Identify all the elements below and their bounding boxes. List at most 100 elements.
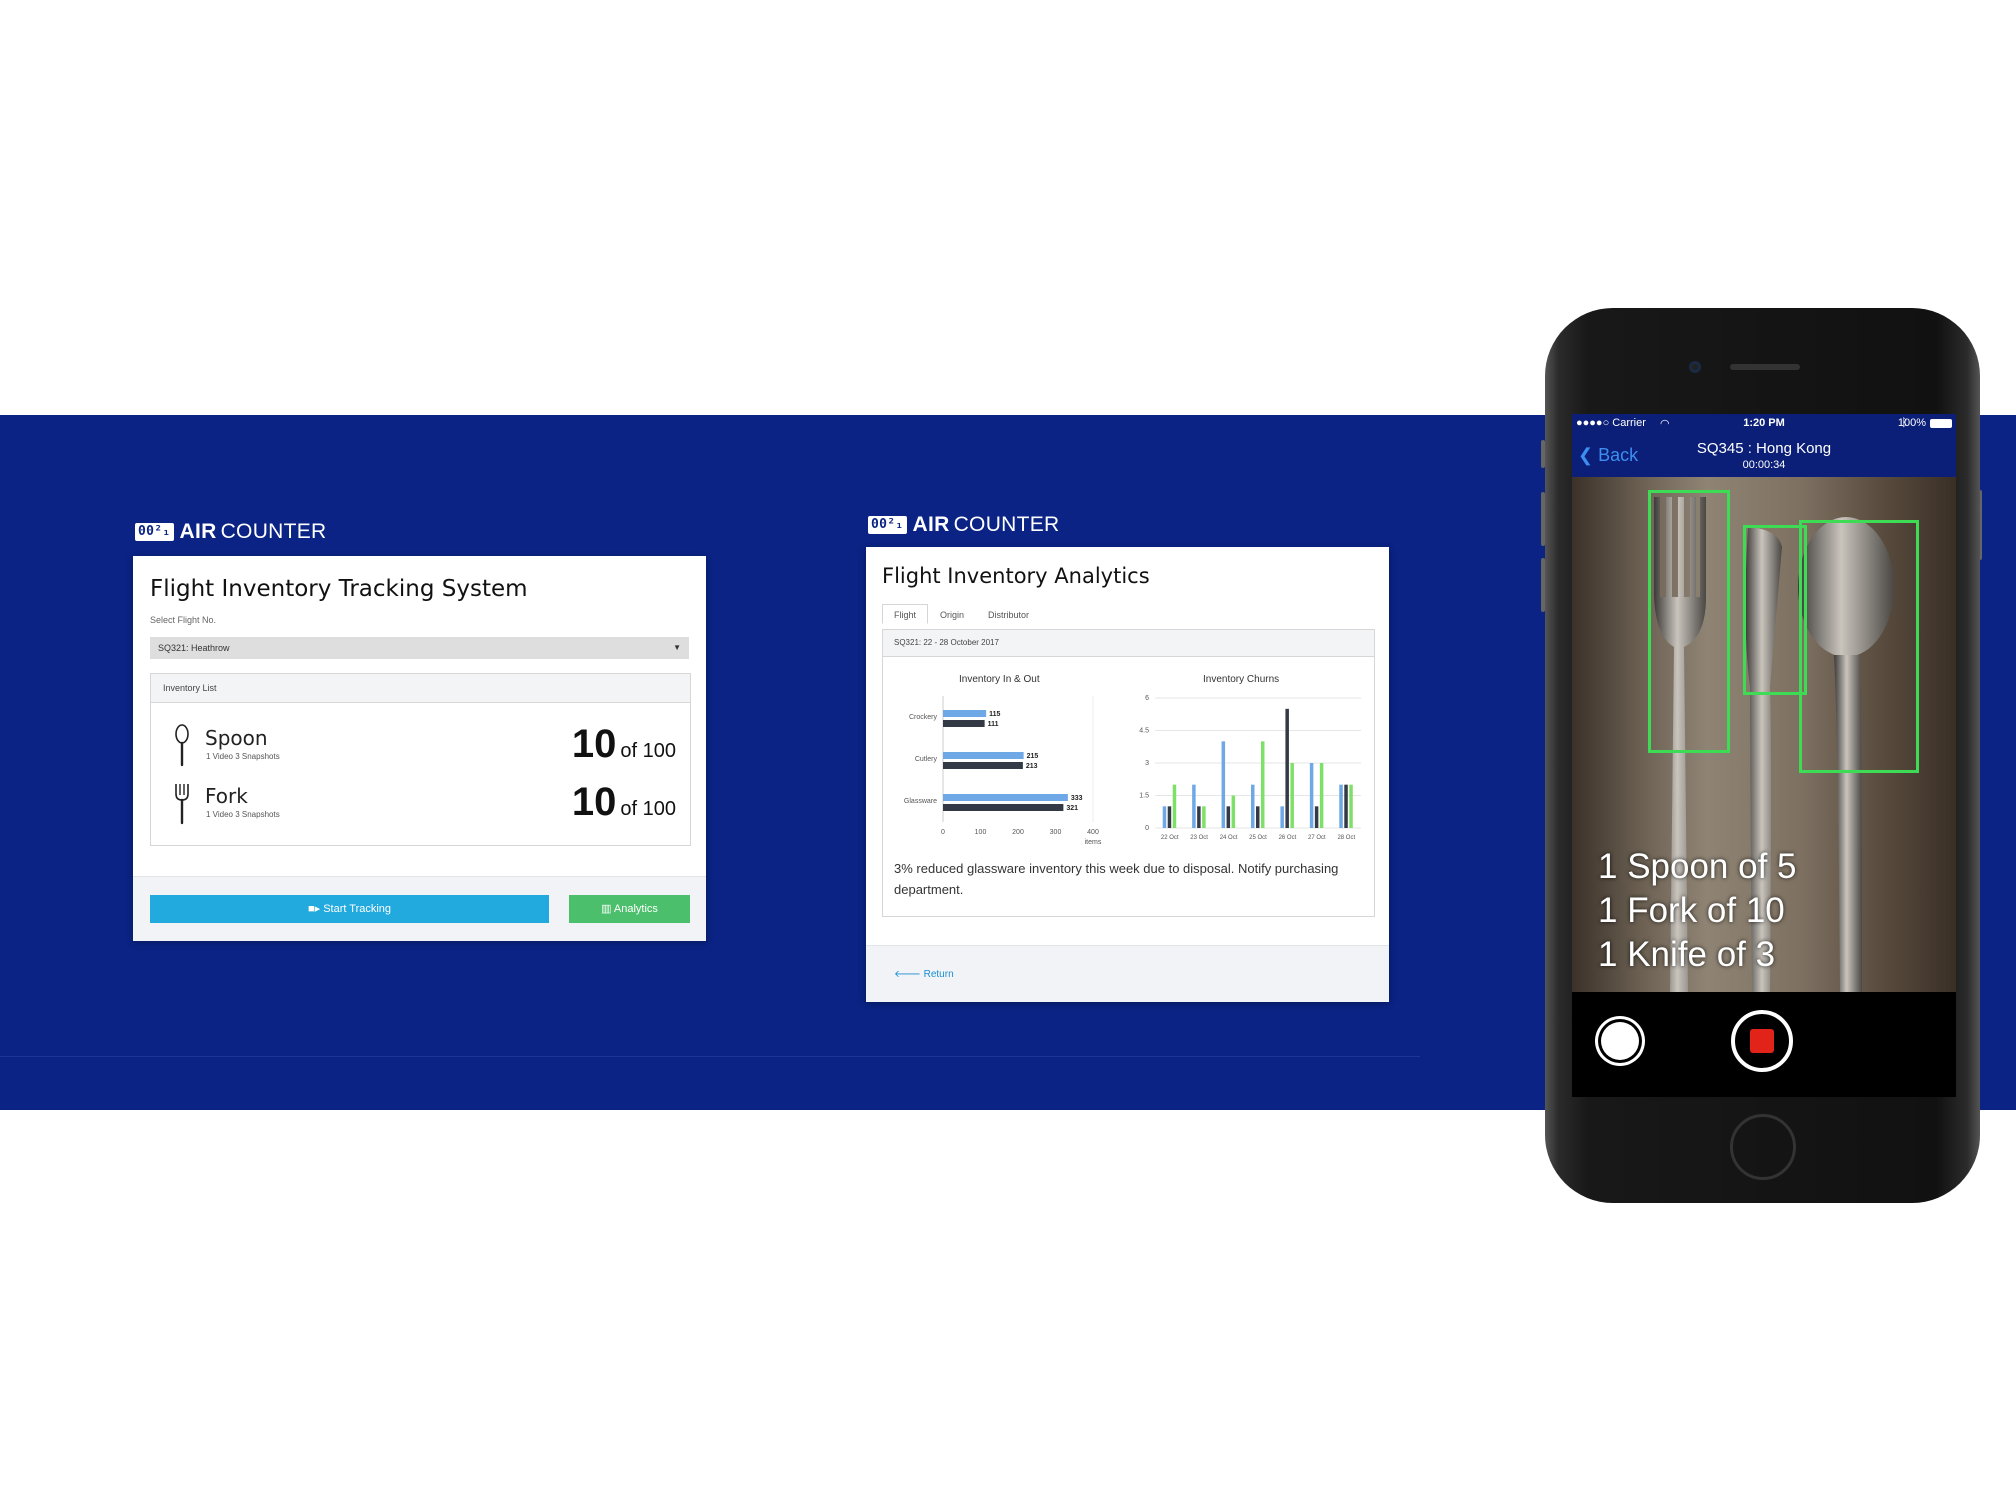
- item-count: 10 of 100: [571, 780, 676, 824]
- x-tick-label: 27 Oct: [1308, 835, 1326, 841]
- tab-flight[interactable]: Flight: [882, 604, 929, 624]
- x-tick-label: 0: [941, 829, 945, 836]
- tab-origin[interactable]: Origin: [928, 604, 976, 624]
- camera-controls: [1572, 992, 1956, 1097]
- data-label: 333: [1071, 795, 1083, 802]
- bar: [943, 804, 1064, 811]
- inventory-in-out-chart: Crockery 115 111 Cutlery 215 213 Glassware 333 3…: [904, 696, 1102, 846]
- detection-box-fork: [1648, 490, 1730, 753]
- bar: [1261, 741, 1265, 828]
- item-count: 10 of 100: [571, 722, 676, 766]
- record-button[interactable]: [1731, 1010, 1793, 1072]
- flight-select-value: SQ321: Heathrow: [158, 643, 230, 653]
- bar: [943, 752, 1024, 759]
- x-axis-label: items: [1085, 839, 1102, 846]
- select-flight-label: Select Flight No.: [150, 615, 217, 625]
- battery-percent: 100%: [1897, 417, 1926, 429]
- category-label: Cutlery: [915, 756, 938, 763]
- air-counter-logo-2: 00²₁ AIR COUNTER: [868, 513, 1060, 537]
- logo-counter: COUNTER: [953, 513, 1060, 536]
- nav-title: SQ345 : Hong Kong: [1696, 440, 1832, 457]
- overlay-count-fork: 1 Fork of 10: [1598, 891, 1785, 930]
- analytics-note: 3% reduced glassware inventory this week…: [894, 861, 1339, 897]
- inventory-list: Inventory List Spoon 1 Video 3 Snapshots…: [150, 673, 691, 846]
- page-title: Flight Inventory Tracking System: [150, 576, 528, 602]
- status-bar: ●●●●○ Carrier ◠ 1:20 PM ᛒ 100%: [1572, 414, 1956, 434]
- bar: [1256, 806, 1260, 828]
- bar: [1162, 806, 1167, 828]
- bar: [1202, 806, 1206, 828]
- y-tick-label: 4.5: [1139, 728, 1149, 735]
- arrow-left-icon: 🡐: [894, 969, 924, 980]
- bar-chart-icon: ▥: [601, 903, 614, 915]
- bar: [1251, 784, 1255, 828]
- period-header: SQ321: 22 - 28 October 2017: [883, 630, 1374, 657]
- phone-speaker: [1730, 364, 1800, 370]
- analytics-panel: SQ321: 22 - 28 October 2017 Inventory In…: [882, 629, 1375, 917]
- inventory-item-fork[interactable]: Fork 1 Video 3 Snapshots 10 of 100: [151, 780, 690, 830]
- return-link[interactable]: 🡐 Return: [894, 968, 954, 980]
- logo-air: AIR: [912, 513, 950, 536]
- item-name: Fork: [205, 784, 248, 808]
- detection-box-knife: [1743, 525, 1807, 695]
- x-tick-label: 300: [1050, 829, 1062, 836]
- logo-mark: 00²₁: [868, 516, 907, 534]
- phone-screen: ●●●●○ Carrier ◠ 1:20 PM ᛒ 100% ❮ Back SQ…: [1572, 414, 1956, 1097]
- analytics-card: Flight Inventory Analytics Flight Origin…: [866, 547, 1389, 1002]
- tab-distributor[interactable]: Distributor: [976, 604, 1041, 624]
- x-tick-label: 25 Oct: [1249, 835, 1267, 841]
- camera-view[interactable]: 1 Spoon of 5 1 Fork of 10 1 Knife of 3: [1572, 477, 1956, 992]
- bar: [1349, 784, 1353, 828]
- bar: [1192, 784, 1196, 828]
- x-tick-label: 23 Oct: [1190, 835, 1208, 841]
- y-tick-label: 0: [1145, 825, 1149, 832]
- x-tick-label: 26 Oct: [1279, 835, 1297, 841]
- category-label: Glassware: [904, 798, 937, 805]
- bar: [1290, 763, 1294, 828]
- bar: [1221, 741, 1226, 828]
- bar: [1285, 708, 1289, 828]
- bar: [1314, 806, 1319, 828]
- data-label: 115: [989, 711, 1000, 718]
- analytics-button[interactable]: ▥ Analytics: [569, 895, 690, 923]
- bar: [1339, 784, 1343, 828]
- caret-down-icon: ▼: [673, 643, 681, 652]
- inventory-churns-chart: 0 1.5 3 4.5 6 22 Oct 23 Oct 24 Oct 25 Oct 26 Oct 2…: [1139, 695, 1361, 841]
- bar: [1344, 784, 1348, 828]
- bar: [1226, 806, 1231, 828]
- data-label: 111: [988, 721, 999, 728]
- inventory-list-header: Inventory List: [151, 674, 690, 703]
- chart-title-churns: Inventory Churns: [1203, 674, 1280, 685]
- x-tick-label: 100: [975, 829, 987, 836]
- bar: [943, 720, 985, 727]
- y-tick-label: 3: [1145, 760, 1149, 767]
- flight-select[interactable]: SQ321: Heathrow ▼: [150, 637, 689, 659]
- nav-timer: 00:00:34: [1742, 459, 1786, 471]
- spoon-icon: [175, 724, 189, 767]
- logo-mark: 00²₁: [135, 523, 174, 541]
- bar: [1309, 763, 1314, 828]
- bar: [1197, 806, 1201, 828]
- front-camera: [1689, 361, 1701, 373]
- bar: [943, 710, 987, 717]
- logo-air: AIR: [179, 520, 217, 543]
- bar: [1319, 763, 1324, 828]
- x-tick-label: 24 Oct: [1220, 835, 1238, 841]
- band-divider: [0, 1056, 1420, 1057]
- video-camera-icon: ■▸: [307, 903, 324, 915]
- home-button[interactable]: [1730, 1114, 1796, 1180]
- stop-record-icon: [1750, 1029, 1774, 1053]
- analytics-tabs: Flight Origin Distributor: [882, 604, 1041, 624]
- start-tracking-button[interactable]: ■▸ Start Tracking: [150, 895, 549, 923]
- logo-counter: COUNTER: [220, 520, 327, 543]
- air-counter-logo: 00²₁ AIR COUNTER: [135, 520, 327, 544]
- fork-icon: [175, 784, 189, 825]
- bar: [1231, 795, 1236, 828]
- x-tick-label: 28 Oct: [1337, 835, 1355, 841]
- bar: [1280, 806, 1284, 828]
- category-label: Crockery: [909, 714, 938, 721]
- inventory-item-spoon[interactable]: Spoon 1 Video 3 Snapshots 10 of 100: [151, 722, 690, 772]
- chart-title-inout: Inventory In & Out: [959, 674, 1040, 685]
- snapshot-button[interactable]: [1601, 1022, 1639, 1060]
- data-label: 215: [1027, 753, 1039, 760]
